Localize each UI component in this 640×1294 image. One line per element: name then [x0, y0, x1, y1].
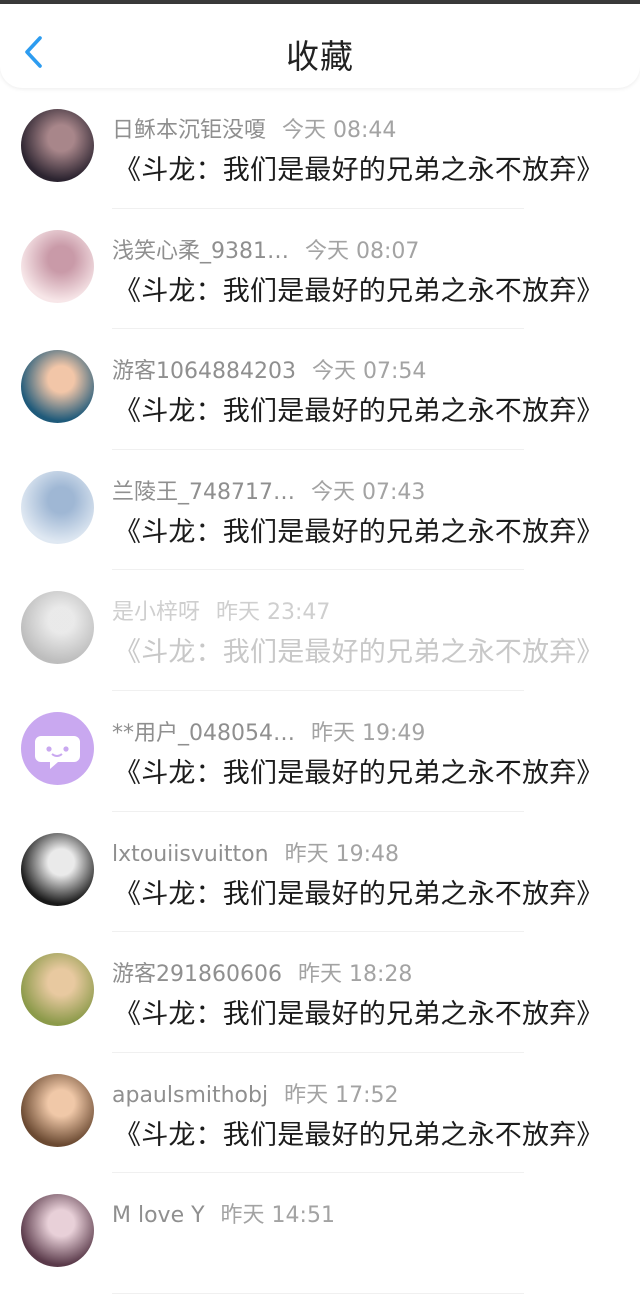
item-meta: lxtouiisvuitton 昨天 19:48 — [112, 836, 399, 868]
timestamp: 昨天 19:49 — [310, 720, 426, 746]
username[interactable]: 浅笑心柔_9381… — [112, 233, 289, 265]
item-meta: 浅笑心柔_9381… 今天 08:07 — [112, 233, 419, 265]
timestamp: 昨天 18:28 — [297, 962, 413, 988]
item-content[interactable]: 《斗龙：我们是最好的兄弟之永不放弃》 — [114, 389, 604, 428]
list-item[interactable]: 浅笑心柔_9381… 今天 08:07 《斗龙：我们是最好的兄弟之永不放弃》 — [0, 209, 640, 330]
username[interactable]: 游客291860606 — [112, 956, 282, 988]
item-meta: **用户_048054… 昨天 19:49 — [112, 715, 425, 747]
item-content[interactable]: 《斗龙：我们是最好的兄弟之永不放弃》 — [114, 1113, 604, 1152]
timestamp: 昨天 17:52 — [284, 1082, 399, 1108]
chat-bubble-avatar[interactable] — [21, 711, 94, 785]
username[interactable]: 游客1064884203 — [112, 353, 296, 385]
grey-photo-avatar[interactable] — [21, 591, 94, 665]
list-item[interactable]: M love Y 昨天 14:51 — [0, 1173, 640, 1294]
dark-hair-girl-avatar[interactable] — [21, 109, 94, 182]
list-item[interactable]: lxtouiisvuitton 昨天 19:48 《斗龙：我们是最好的兄弟之永不放弃… — [0, 812, 640, 933]
timestamp: 今天 08:44 — [282, 118, 397, 143]
list-item[interactable]: **用户_048054… 昨天 19:49 《斗龙：我们是最好的兄弟之永不放弃》 — [0, 691, 640, 812]
item-meta: 兰陵王_748717… 今天 07:43 — [112, 474, 425, 506]
anime-girl-hat-avatar[interactable] — [21, 229, 94, 303]
username[interactable]: apaulsmithobj — [112, 1083, 268, 1108]
timestamp: 昨天 19:48 — [284, 841, 399, 867]
username[interactable]: 是小梓呀 — [112, 594, 200, 626]
timestamp: 今天 07:43 — [310, 479, 426, 505]
item-meta: 是小梓呀 昨天 23:47 — [112, 594, 330, 626]
item-meta: 游客291860606 昨天 18:28 — [112, 956, 412, 988]
list-item[interactable]: 日稣本沉钜没嗄 今天 08:44 《斗龙：我们是最好的兄弟之永不放弃》 — [0, 88, 640, 209]
item-meta: apaulsmithobj 昨天 17:52 — [112, 1077, 399, 1109]
list-item[interactable]: apaulsmithobj 昨天 17:52 《斗龙：我们是最好的兄弟之永不放弃》 — [0, 1053, 640, 1174]
timestamp: 今天 08:07 — [305, 238, 420, 264]
child-photo-avatar[interactable] — [21, 1073, 94, 1147]
page-title: 收藏 — [286, 37, 354, 76]
item-meta: M love Y 昨天 14:51 — [112, 1197, 335, 1229]
item-content[interactable]: 《斗龙：我们是最好的兄弟之永不放弃》 — [114, 148, 604, 187]
header-bar: 收藏 — [0, 4, 640, 88]
username[interactable]: 兰陵王_748717… — [112, 474, 295, 506]
item-content[interactable]: 《斗龙：我们是最好的兄弟之永不放弃》 — [114, 751, 604, 790]
item-content[interactable]: 《斗龙：我们是最好的兄弟之永不放弃》 — [114, 992, 604, 1031]
username[interactable]: lxtouiisvuitton — [112, 842, 269, 867]
timestamp: 昨天 23:47 — [216, 600, 331, 626]
item-content[interactable]: 《斗龙：我们是最好的兄弟之永不放弃》 — [114, 630, 604, 669]
item-content[interactable]: 《斗龙：我们是最好的兄弟之永不放弃》 — [114, 269, 604, 308]
timestamp: 昨天 14:51 — [220, 1203, 335, 1229]
item-meta: 游客1064884203 今天 07:54 — [112, 353, 426, 385]
username[interactable]: 日稣本沉钜没嗄 — [112, 112, 266, 144]
item-meta: 日稣本沉钜没嗄 今天 08:44 — [112, 112, 396, 144]
item-content[interactable]: 《斗龙：我们是最好的兄弟之永不放弃》 — [114, 510, 604, 549]
anime-girl-white-avatar[interactable] — [21, 470, 94, 544]
list-item[interactable]: 游客1064884203 今天 07:54 《斗龙：我们是最好的兄弟之永不放弃》 — [0, 329, 640, 450]
username[interactable]: **用户_048054… — [112, 715, 295, 747]
item-content[interactable]: 《斗龙：我们是最好的兄弟之永不放弃》 — [114, 872, 604, 911]
anime-girl-blue-avatar[interactable] — [21, 350, 94, 424]
favorites-list: 日稣本沉钜没嗄 今天 08:44 《斗龙：我们是最好的兄弟之永不放弃》 浅笑心柔_93… — [0, 88, 640, 1294]
username[interactable]: M love Y — [112, 1203, 205, 1228]
black-white-photo-avatar[interactable] — [21, 832, 94, 906]
list-item[interactable]: 游客291860606 昨天 18:28 《斗龙：我们是最好的兄弟之永不放弃》 — [0, 932, 640, 1053]
list-item[interactable]: 是小梓呀 昨天 23:47 《斗龙：我们是最好的兄弟之永不放弃》 — [0, 570, 640, 691]
list-item[interactable]: 兰陵王_748717… 今天 07:43 《斗龙：我们是最好的兄弟之永不放弃》 — [0, 450, 640, 571]
timestamp: 今天 07:54 — [311, 359, 427, 385]
reading-photo-avatar[interactable] — [21, 953, 94, 1027]
anime-boy-avatar[interactable] — [21, 1194, 94, 1268]
